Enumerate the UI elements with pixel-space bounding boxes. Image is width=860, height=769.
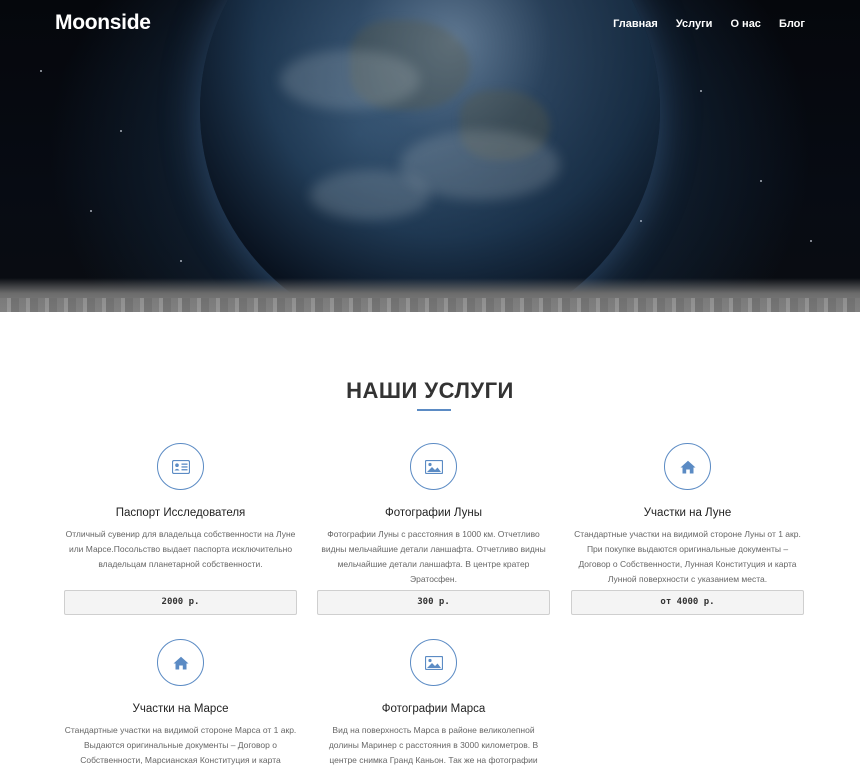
nav-link-blog[interactable]: Блог xyxy=(779,18,805,30)
star xyxy=(810,240,812,242)
main-nav: Главная Услуги О нас Блог xyxy=(613,18,805,30)
service-title: Участки на Марсе xyxy=(132,703,229,715)
service-description: Стандартные участки на видимой стороне М… xyxy=(64,725,297,765)
service-icon-circle xyxy=(664,443,711,490)
service-description: Отличный сувенир для владельца собственн… xyxy=(65,529,296,569)
image-icon xyxy=(424,459,443,474)
service-icon-circle xyxy=(157,639,204,686)
price-button[interactable]: от 4000 р. xyxy=(571,590,804,615)
service-description: Стандартные участки на видимой стороне Л… xyxy=(574,529,801,584)
service-title: Участки на Луне xyxy=(643,507,732,519)
top-navbar: Moonside Главная Услуги О нас Блог xyxy=(0,0,860,50)
service-description: Фотографии Луны с расстояния в 1000 км. … xyxy=(321,529,546,584)
id-card-icon xyxy=(171,459,190,474)
star xyxy=(120,130,122,132)
star xyxy=(760,180,762,182)
services-section: НАШИ УСЛУГИ Паспорт Исследователя Отличн… xyxy=(0,312,860,769)
moon-surface xyxy=(0,278,860,312)
nav-link-home[interactable]: Главная xyxy=(613,18,658,30)
service-icon-circle xyxy=(410,443,457,490)
nav-link-about[interactable]: О нас xyxy=(730,18,761,30)
star xyxy=(90,210,92,212)
star xyxy=(180,260,182,262)
section-title: НАШИ УСЛУГИ xyxy=(346,378,514,403)
service-title: Паспорт Исследователя xyxy=(115,507,246,519)
price-button[interactable]: 2000 р. xyxy=(64,590,297,615)
star xyxy=(40,70,42,72)
home-icon xyxy=(680,460,695,473)
service-title: Фотографии Луны xyxy=(385,507,482,519)
home-icon xyxy=(173,656,188,669)
nav-link-services[interactable]: Услуги xyxy=(676,18,713,30)
star xyxy=(700,90,702,92)
price-button[interactable]: 300 р. xyxy=(317,590,550,615)
service-icon-circle xyxy=(410,639,457,686)
hero-banner: Moonside Главная Услуги О нас Блог xyxy=(0,0,860,312)
service-title: Фотографии Марса xyxy=(381,703,486,715)
service-description: Вид на поверхность Марса в районе велико… xyxy=(328,725,539,765)
site-logo[interactable]: Moonside xyxy=(55,11,151,35)
title-underline xyxy=(417,409,451,411)
service-icon-circle xyxy=(157,443,204,490)
star xyxy=(640,220,642,222)
image-icon xyxy=(424,655,443,670)
